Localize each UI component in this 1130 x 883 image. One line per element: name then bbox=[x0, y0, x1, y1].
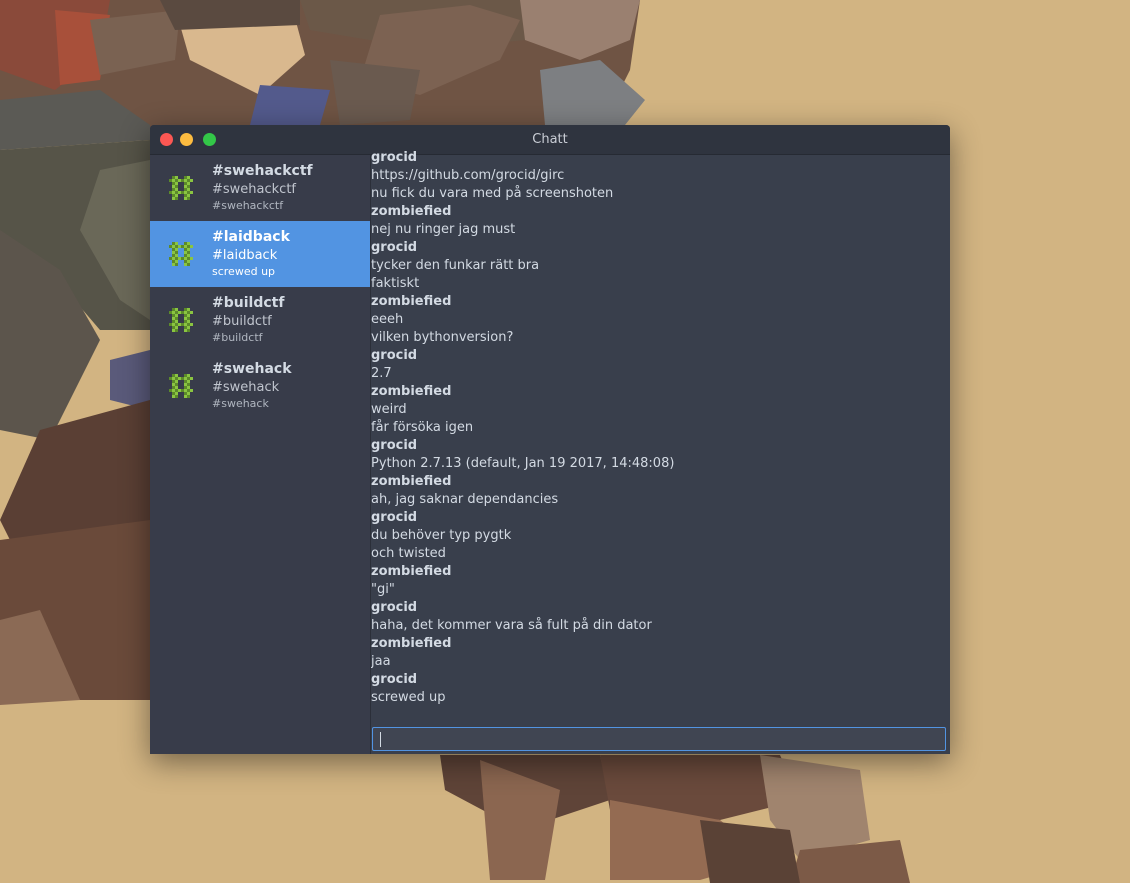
message-text: faktiskt bbox=[371, 276, 420, 291]
message-nick: grocid bbox=[371, 240, 418, 255]
message-group: grocid haha, det kommer vara så fult på d… bbox=[371, 599, 950, 635]
channel-item[interactable]: #buildctf #buildctf #buildctf bbox=[150, 287, 370, 353]
channel-topic: #swehackctf bbox=[212, 182, 296, 197]
message-text: får försöka igen bbox=[371, 420, 474, 435]
message-text: jaa bbox=[371, 654, 391, 669]
message-text: tycker den funkar rätt bra bbox=[371, 258, 540, 273]
message-text: 2.7 bbox=[371, 366, 392, 381]
message-group: zombiefied jaa bbox=[371, 635, 950, 671]
message-nick: grocid bbox=[371, 600, 418, 615]
message-text: och twisted bbox=[371, 546, 446, 561]
message-text: https://github.com/grocid/girc bbox=[371, 168, 565, 183]
channel-name: #laidback bbox=[212, 229, 290, 245]
message-group: grocid du behöver typ pygtk och twisted bbox=[371, 509, 950, 563]
hash-icon bbox=[168, 373, 194, 399]
hash-icon bbox=[168, 241, 194, 267]
channel-item[interactable]: #swehack #swehack #swehack bbox=[150, 353, 370, 419]
message-nick: zombiefied bbox=[371, 294, 452, 309]
channel-last-message: #swehackctf bbox=[212, 199, 284, 212]
channel-name: #swehackctf bbox=[212, 163, 313, 179]
message-list: grocid https://github.com/grocid/girc nu f… bbox=[371, 149, 950, 714]
message-text: ah, jag saknar dependancies bbox=[371, 492, 559, 507]
chat-window: Chatt #swehackctf #swehackctf #swehackctf #… bbox=[150, 125, 950, 754]
message-nick: zombiefied bbox=[371, 474, 452, 489]
message-text: screwed up bbox=[371, 690, 446, 705]
hash-icon bbox=[168, 175, 194, 201]
message-text: "gi" bbox=[371, 582, 395, 597]
message-text: du behöver typ pygtk bbox=[371, 528, 512, 543]
hash-icon bbox=[168, 307, 194, 333]
text-cursor bbox=[380, 732, 381, 747]
message-group: zombiefied "gi" bbox=[371, 563, 950, 599]
message-group: grocid 2.7 bbox=[371, 347, 950, 383]
channel-item[interactable]: #swehackctf #swehackctf #swehackctf bbox=[150, 155, 370, 221]
channel-last-message: #swehack bbox=[212, 397, 269, 410]
channel-topic: #laidback bbox=[212, 248, 278, 263]
message-nick: grocid bbox=[371, 510, 418, 525]
message-text: nu fick du vara med på screenshoten bbox=[371, 186, 614, 201]
message-group: grocid tycker den funkar rätt bra faktiskt bbox=[371, 239, 950, 293]
message-text: nej nu ringer jag must bbox=[371, 222, 516, 237]
message-nick: zombiefied bbox=[371, 564, 452, 579]
channel-item[interactable]: #laidback #laidback screwed up bbox=[150, 221, 370, 287]
message-text: haha, det kommer vara så fult på din dat… bbox=[371, 618, 652, 633]
message-text: weird bbox=[371, 402, 407, 417]
message-group: zombiefied weird får försöka igen bbox=[371, 383, 950, 437]
message-input[interactable] bbox=[372, 727, 946, 751]
message-nick: grocid bbox=[371, 438, 418, 453]
message-group: grocid https://github.com/grocid/girc nu f… bbox=[371, 149, 950, 203]
message-nick: zombiefied bbox=[371, 204, 452, 219]
message-text: vilken bythonversion? bbox=[371, 330, 514, 345]
message-group: grocid screwed up bbox=[371, 671, 950, 707]
message-nick: grocid bbox=[371, 348, 418, 363]
message-group: zombiefied nej nu ringer jag must bbox=[371, 203, 950, 239]
message-text: Python 2.7.13 (default, Jan 19 2017, 14:… bbox=[371, 456, 675, 471]
message-nick: zombiefied bbox=[371, 384, 452, 399]
channel-name: #buildctf bbox=[212, 295, 285, 311]
message-group: zombiefied eeeh vilken bythonversion? bbox=[371, 293, 950, 347]
window-title: Chatt bbox=[532, 132, 568, 147]
message-nick: zombiefied bbox=[371, 636, 452, 651]
channel-sidebar: #swehackctf #swehackctf #swehackctf #laidba… bbox=[150, 155, 371, 754]
channel-name: #swehack bbox=[212, 361, 292, 377]
channel-last-message: #buildctf bbox=[212, 331, 263, 344]
message-group: grocid Python 2.7.13 (default, Jan 19 201… bbox=[371, 437, 950, 473]
message-text: eeeh bbox=[371, 312, 404, 327]
channel-topic: #buildctf bbox=[212, 314, 272, 329]
message-group: zombiefied ah, jag saknar dependancies bbox=[371, 473, 950, 509]
message-nick: grocid bbox=[371, 672, 418, 687]
message-nick: grocid bbox=[371, 150, 418, 165]
channel-last-message: screwed up bbox=[212, 265, 276, 278]
channel-topic: #swehack bbox=[212, 380, 280, 395]
